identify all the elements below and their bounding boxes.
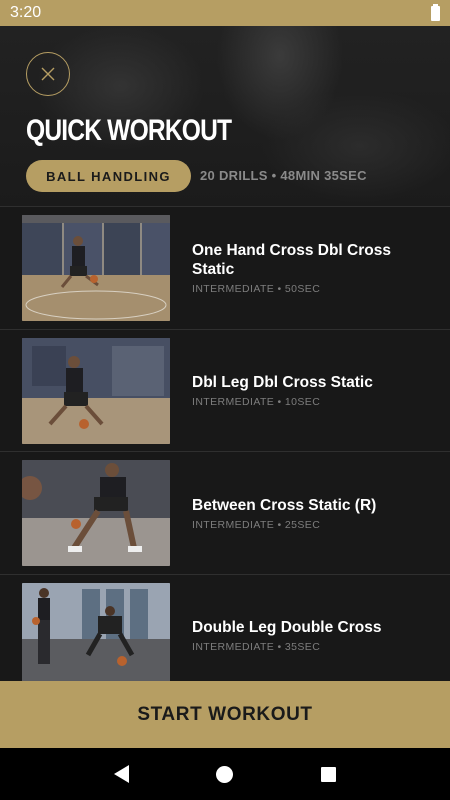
nav-home-icon[interactable]: [216, 765, 234, 783]
drill-thumbnail: [22, 582, 170, 689]
drill-meta: INTERMEDIATE • 35SEC: [192, 641, 321, 653]
category-tag[interactable]: BALL HANDLING: [26, 160, 191, 192]
drill-name: Between Cross Static (R): [192, 496, 377, 514]
drill-list: One Hand Cross Dbl Cross Static INTERMED…: [0, 206, 450, 696]
drill-info: Double Leg Double Cross INTERMEDIATE • 3…: [192, 575, 422, 697]
drill-item[interactable]: Double Leg Double Cross INTERMEDIATE • 3…: [0, 573, 450, 697]
drill-thumbnail: [22, 215, 170, 321]
drill-name: Dbl Leg Dbl Cross Static: [192, 374, 373, 391]
drill-thumbnail: [22, 460, 170, 566]
drill-info: One Hand Cross Dbl Cross Static INTERMED…: [192, 207, 422, 329]
nav-back-icon[interactable]: [113, 765, 129, 783]
drill-item[interactable]: Dbl Leg Dbl Cross Static INTERMEDIATE • …: [0, 328, 450, 452]
drill-name: Double Leg Double Cross: [192, 619, 382, 636]
workout-summary: 20 DRILLS • 48MIN 35SEC: [200, 168, 367, 183]
close-button[interactable]: [26, 52, 70, 96]
drill-meta: INTERMEDIATE • 25SEC: [192, 518, 321, 531]
drill-info: Between Cross Static (R) INTERMEDIATE • …: [192, 452, 422, 574]
drill-item[interactable]: Between Cross Static (R) INTERMEDIATE • …: [0, 451, 450, 574]
drill-name: One Hand Cross Dbl Cross Static: [192, 242, 391, 278]
drill-meta: INTERMEDIATE • 50SEC: [192, 283, 321, 295]
battery-icon: [431, 3, 440, 21]
page-title: QUICK WORKOUT: [26, 114, 232, 147]
drill-item[interactable]: One Hand Cross Dbl Cross Static INTERMED…: [0, 206, 450, 329]
start-workout-button[interactable]: START WORKOUT: [0, 681, 450, 748]
workout-screen: QUICK WORKOUT BALL HANDLING 20 DRILLS • …: [0, 26, 450, 748]
status-bar: 3:20: [0, 0, 450, 26]
nav-recents-icon[interactable]: [321, 766, 337, 782]
drill-meta: INTERMEDIATE • 10SEC: [192, 396, 321, 408]
status-time: 3:20: [10, 4, 42, 21]
system-nav-bar: [0, 748, 450, 800]
close-icon: [41, 67, 55, 81]
drill-thumbnail: [22, 337, 170, 444]
drill-info: Dbl Leg Dbl Cross Static INTERMEDIATE • …: [192, 330, 422, 452]
